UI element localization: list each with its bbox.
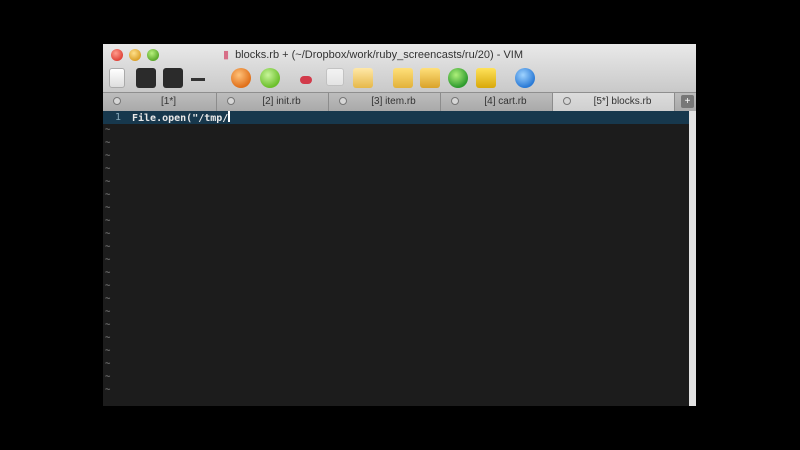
minimize-window-button[interactable] <box>129 49 141 61</box>
find-icon[interactable] <box>393 68 413 88</box>
build-icon[interactable] <box>476 68 496 88</box>
redo-icon[interactable] <box>260 68 280 88</box>
close-tab-icon[interactable] <box>451 97 459 105</box>
empty-line-marker: ~ <box>105 372 111 382</box>
tab-label: [5*] blocks.rb <box>593 96 652 107</box>
tab-3[interactable]: [3] item.rb <box>329 93 441 111</box>
close-tab-icon[interactable] <box>227 97 235 105</box>
tab-label: [2] init.rb <box>262 96 301 107</box>
replace-icon[interactable] <box>420 68 440 88</box>
empty-line-marker: ~ <box>105 203 111 213</box>
run-icon[interactable] <box>448 68 468 88</box>
empty-lines: ~ ~ ~ ~ ~ ~ ~ ~ ~ ~ ~ ~ ~ ~ ~ ~ ~ ~ ~ ~ … <box>105 124 110 397</box>
empty-line-marker: ~ <box>105 294 111 304</box>
empty-line-marker: ~ <box>105 268 111 278</box>
empty-line-marker: ~ <box>105 138 111 148</box>
window-title-text: blocks.rb + (~/Dropbox/work/ruby_screenc… <box>235 49 524 61</box>
open-file-icon[interactable] <box>109 68 125 88</box>
close-tab-icon[interactable] <box>113 97 121 105</box>
editor-area[interactable]: 1 File.open("/tmp/ ~ ~ ~ ~ ~ ~ ~ ~ ~ ~ ~… <box>103 111 689 406</box>
save-all-icon[interactable] <box>163 68 183 88</box>
tab-label: [1*] <box>160 96 176 107</box>
empty-line-marker: ~ <box>105 242 111 252</box>
tab-bar: [1*] [2] init.rb [3] item.rb [4] cart.rb… <box>103 92 696 111</box>
code-text: File.open("/tmp/ <box>132 113 229 124</box>
document-icon: ▮ <box>223 49 230 61</box>
new-tab-button[interactable]: + <box>681 95 694 108</box>
code-line: File.open("/tmp/ <box>132 111 231 125</box>
empty-line-marker: ~ <box>105 307 111 317</box>
tab-5-active[interactable]: [5*] blocks.rb <box>553 93 675 111</box>
tab-1[interactable]: [1*] <box>103 93 217 111</box>
empty-line-marker: ~ <box>105 255 111 265</box>
tab-label: [3] item.rb <box>371 96 416 107</box>
close-tab-icon[interactable] <box>339 97 347 105</box>
close-tab-icon[interactable] <box>563 97 571 105</box>
empty-line-marker: ~ <box>105 164 111 174</box>
close-window-button[interactable] <box>111 49 123 61</box>
empty-line-marker: ~ <box>105 125 111 135</box>
current-line: 1 File.open("/tmp/ <box>103 111 689 124</box>
zoom-window-button[interactable] <box>147 49 159 61</box>
empty-line-marker: ~ <box>105 346 111 356</box>
paste-icon[interactable] <box>353 68 373 88</box>
tab-label: [4] cart.rb <box>484 96 527 107</box>
save-icon[interactable] <box>136 68 156 88</box>
toolbar <box>103 66 696 92</box>
vim-window: ▮ blocks.rb + (~/Dropbox/work/ruby_screen… <box>103 44 696 406</box>
empty-line-marker: ~ <box>105 229 111 239</box>
empty-line-marker: ~ <box>105 320 111 330</box>
help-icon[interactable] <box>515 68 535 88</box>
cut-icon[interactable] <box>300 76 312 84</box>
title-bar: ▮ blocks.rb + (~/Dropbox/work/ruby_screen… <box>103 44 696 92</box>
tab-2[interactable]: [2] init.rb <box>217 93 329 111</box>
empty-line-marker: ~ <box>105 281 111 291</box>
undo-icon[interactable] <box>231 68 251 88</box>
separator-icon <box>191 78 205 81</box>
scrollbar[interactable] <box>689 111 696 406</box>
text-cursor <box>228 111 231 122</box>
empty-line-marker: ~ <box>105 333 111 343</box>
empty-line-marker: ~ <box>105 151 111 161</box>
line-number: 1 <box>115 112 122 123</box>
window-title: ▮ blocks.rb + (~/Dropbox/work/ruby_screen… <box>223 48 523 61</box>
empty-line-marker: ~ <box>105 190 111 200</box>
empty-line-marker: ~ <box>105 216 111 226</box>
empty-line-marker: ~ <box>105 359 111 369</box>
empty-line-marker: ~ <box>105 385 111 395</box>
copy-icon[interactable] <box>326 68 344 86</box>
tab-4[interactable]: [4] cart.rb <box>441 93 553 111</box>
empty-line-marker: ~ <box>105 177 111 187</box>
